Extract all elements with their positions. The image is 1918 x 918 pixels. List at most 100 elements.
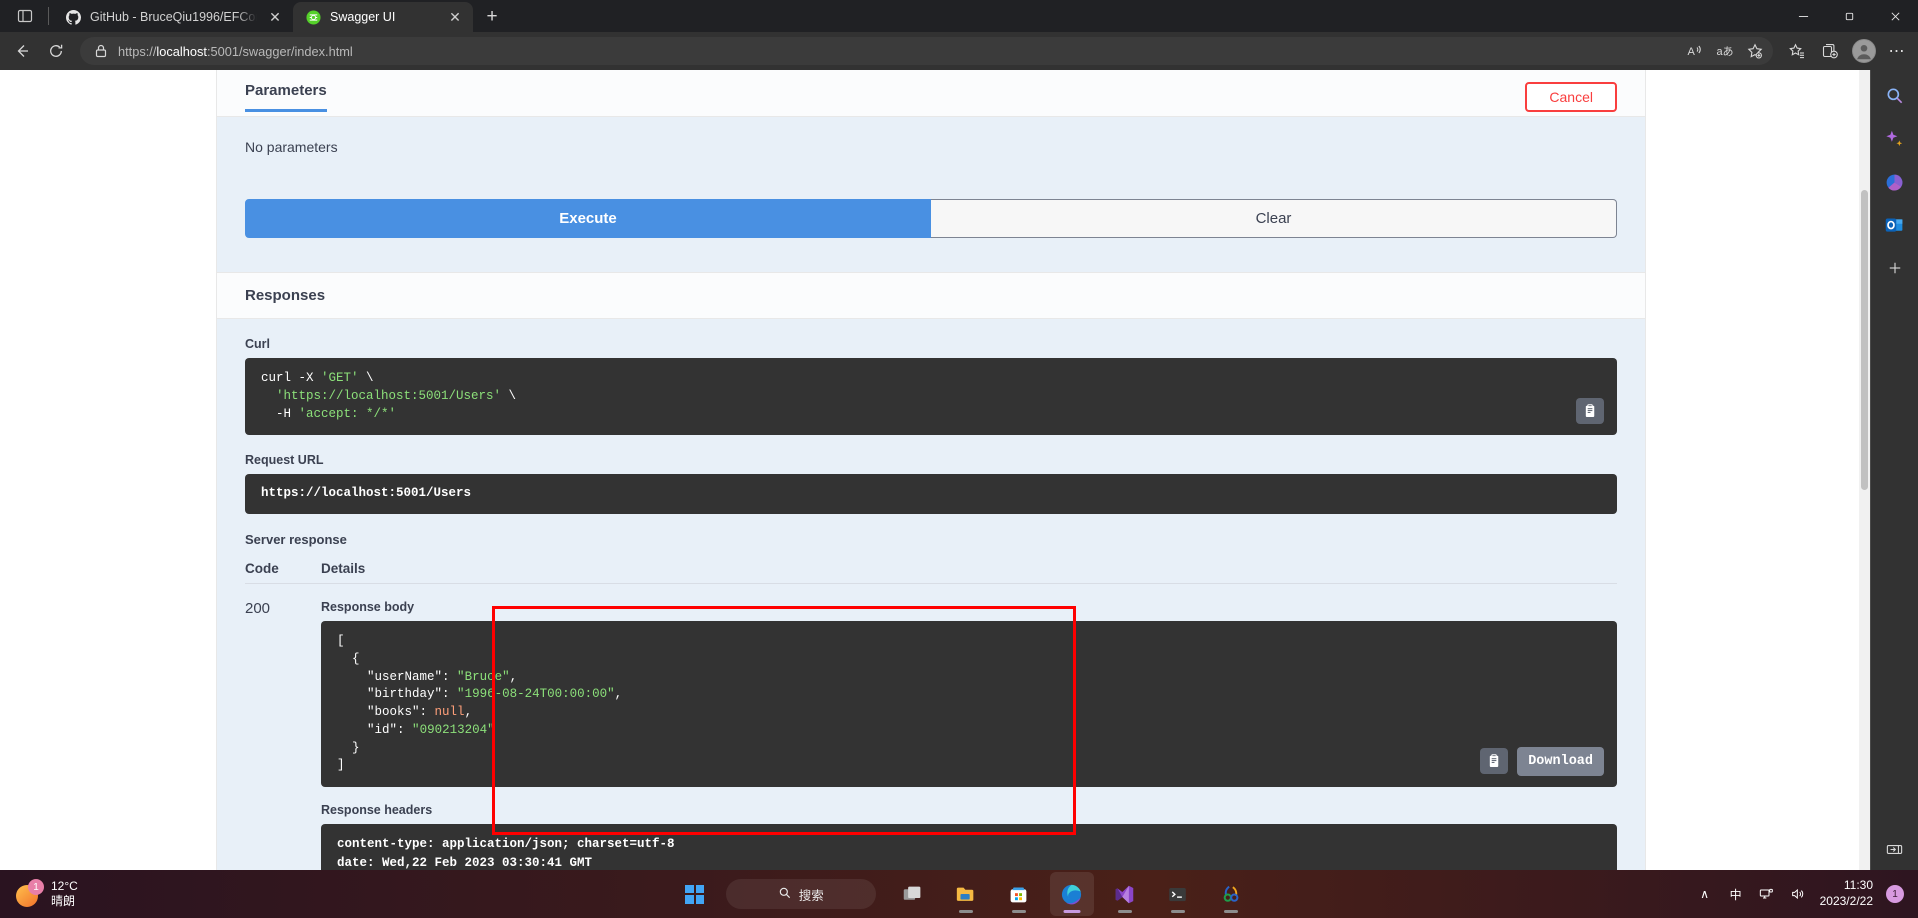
response-details-cell: Response body [ { "userName": "Bruce", "… (321, 600, 1617, 905)
lock-icon (90, 40, 112, 62)
tab-parameters[interactable]: Parameters (245, 82, 327, 112)
search-icon[interactable] (1883, 84, 1907, 108)
page-scrollbar[interactable] (1859, 70, 1870, 918)
browser-tab-swagger[interactable]: Swagger UI ✕ (293, 2, 473, 32)
edge-button[interactable] (1049, 872, 1094, 916)
execute-button[interactable]: Execute (245, 199, 931, 238)
tab-actions-icon[interactable] (6, 0, 44, 32)
visual-studio-icon (1116, 885, 1134, 903)
url-text: https://localhost:5001/swagger/index.htm… (118, 43, 353, 59)
tab-title: Swagger UI (330, 10, 396, 24)
swagger-ui: Parameters Cancel No parameters Execute … (216, 70, 1646, 918)
no-parameters-text: No parameters (245, 139, 338, 155)
weather-widget[interactable]: 1 12°C 晴朗 (0, 879, 230, 910)
curl-section: Curl curl -X 'GET' \ 'https://localhost:… (217, 319, 1645, 436)
star-plus-icon[interactable] (1741, 39, 1769, 63)
minimize-button[interactable] (1780, 0, 1826, 32)
refresh-icon[interactable] (40, 36, 72, 66)
notification-badge[interactable]: 1 (1886, 885, 1904, 903)
close-button[interactable] (1872, 0, 1918, 32)
curl-label: Curl (245, 337, 270, 351)
curl-line1-method: 'GET' (321, 371, 359, 385)
weather-badge: 1 (28, 879, 44, 895)
browser-tab-github[interactable]: GitHub - BruceQiu1996/EFCoreD ✕ (53, 2, 293, 32)
task-view-button[interactable] (891, 872, 935, 916)
response-headers-label: Response headers (321, 803, 433, 817)
address-bar[interactable]: https://localhost:5001/swagger/index.htm… (80, 37, 1773, 65)
response-username-value: Bruce (464, 669, 503, 684)
ime-indicator[interactable]: 中 (1727, 886, 1745, 903)
profile-avatar-icon[interactable] (1852, 39, 1876, 63)
weather-temperature: 12°C (51, 878, 78, 893)
curl-line1-cmd: curl -X (261, 371, 322, 385)
response-books-value: null (434, 705, 465, 719)
close-icon[interactable]: ✕ (266, 8, 284, 26)
copilot-sparkle-icon[interactable] (1883, 127, 1907, 151)
read-aloud-icon[interactable]: A (1681, 39, 1709, 63)
response-header-line: content-type: application/json; charset=… (337, 837, 675, 851)
curl-code-block[interactable]: curl -X 'GET' \ 'https://localhost:5001/… (245, 358, 1617, 436)
file-explorer-button[interactable] (944, 872, 988, 916)
clock-date: 2023/2/22 (1819, 894, 1873, 908)
new-tab-button[interactable]: + (477, 2, 507, 32)
favorites-list-icon[interactable] (1781, 36, 1813, 66)
responses-header-bar: Responses (217, 272, 1645, 319)
search-box[interactable]: 搜索 (725, 879, 876, 909)
translate-icon[interactable]: aあ (1711, 39, 1739, 63)
browser-settings-more-button[interactable]: ⋯ (1882, 36, 1912, 66)
execute-clear-row: Execute Clear (245, 199, 1617, 238)
windows-logo-icon (685, 884, 705, 904)
column-header-code: Code (245, 561, 279, 576)
omnibox-actions: A aあ (1681, 39, 1769, 63)
tray-chevron-icon[interactable]: ∧ (1696, 887, 1714, 901)
tab-strip: GitHub - BruceQiu1996/EFCoreD ✕ Swagger … (0, 0, 507, 32)
tab-title: GitHub - BruceQiu1996/EFCoreD (90, 10, 257, 24)
microsoft365-icon[interactable] (1883, 170, 1907, 194)
microsoft-store-button[interactable] (997, 872, 1041, 916)
weather-text: 12°C 晴朗 (51, 879, 78, 910)
folder-icon (956, 887, 974, 901)
taskbar-clock[interactable]: 11:30 2023/2/22 (1820, 878, 1873, 909)
browser-titlebar: GitHub - BruceQiu1996/EFCoreD ✕ Swagger … (0, 0, 1918, 32)
search-placeholder: 搜索 (798, 888, 824, 903)
navicat-button[interactable] (1209, 872, 1253, 916)
clear-button[interactable]: Clear (931, 199, 1617, 238)
response-body-label: Response body (321, 600, 415, 614)
curl-line3-accept: 'accept: */*' (298, 406, 397, 421)
weather-icon: 1 (16, 879, 44, 907)
back-arrow-icon[interactable] (6, 36, 38, 66)
response-code-value: 200 (245, 600, 271, 617)
volume-icon[interactable] (1789, 886, 1807, 902)
collections-icon[interactable] (1814, 36, 1846, 66)
start-button[interactable] (673, 872, 717, 916)
terminal-icon (1169, 887, 1187, 901)
copy-to-clipboard-icon[interactable] (1480, 748, 1509, 775)
visual-studio-button[interactable] (1103, 872, 1147, 916)
response-body-block[interactable]: [ { "userName": "Bruce", "birthday": "19… (321, 621, 1617, 787)
outlook-icon[interactable] (1883, 213, 1907, 237)
web-page: Parameters Cancel No parameters Execute … (0, 70, 1870, 918)
download-button[interactable]: Download (1517, 746, 1604, 776)
maximize-button[interactable] (1826, 0, 1872, 32)
terminal-button[interactable] (1156, 872, 1200, 916)
close-icon[interactable]: ✕ (446, 8, 464, 26)
svg-text:A: A (1688, 46, 1696, 58)
edge-sidebar (1870, 70, 1918, 918)
copy-to-clipboard-icon[interactable] (1576, 398, 1604, 425)
github-icon (65, 9, 81, 25)
curl-line2-cont: \ (501, 388, 517, 403)
cancel-button[interactable]: Cancel (1525, 82, 1617, 112)
curl-line2-url: 'https://localhost:5001/Users' (261, 388, 502, 403)
windows-taskbar: 1 12°C 晴朗 搜索 ∧ 中 11:30 2023/2/22 1 (0, 870, 1918, 918)
weather-condition: 晴朗 (51, 894, 76, 908)
add-sidebar-icon[interactable] (1883, 256, 1907, 280)
operation-body: No parameters Execute Clear Responses Cu… (217, 117, 1645, 918)
network-icon[interactable] (1758, 886, 1776, 902)
sidebar-expand-icon[interactable] (1883, 837, 1907, 861)
task-view-icon (904, 886, 921, 900)
request-url-label: Request URL (245, 453, 324, 468)
request-url-section: Request URL https://localhost:5001/Users (217, 435, 1645, 514)
edge-icon (1062, 884, 1082, 904)
scrollbar-thumb[interactable] (1861, 190, 1868, 490)
table-header-row: Code Details (245, 561, 1617, 584)
